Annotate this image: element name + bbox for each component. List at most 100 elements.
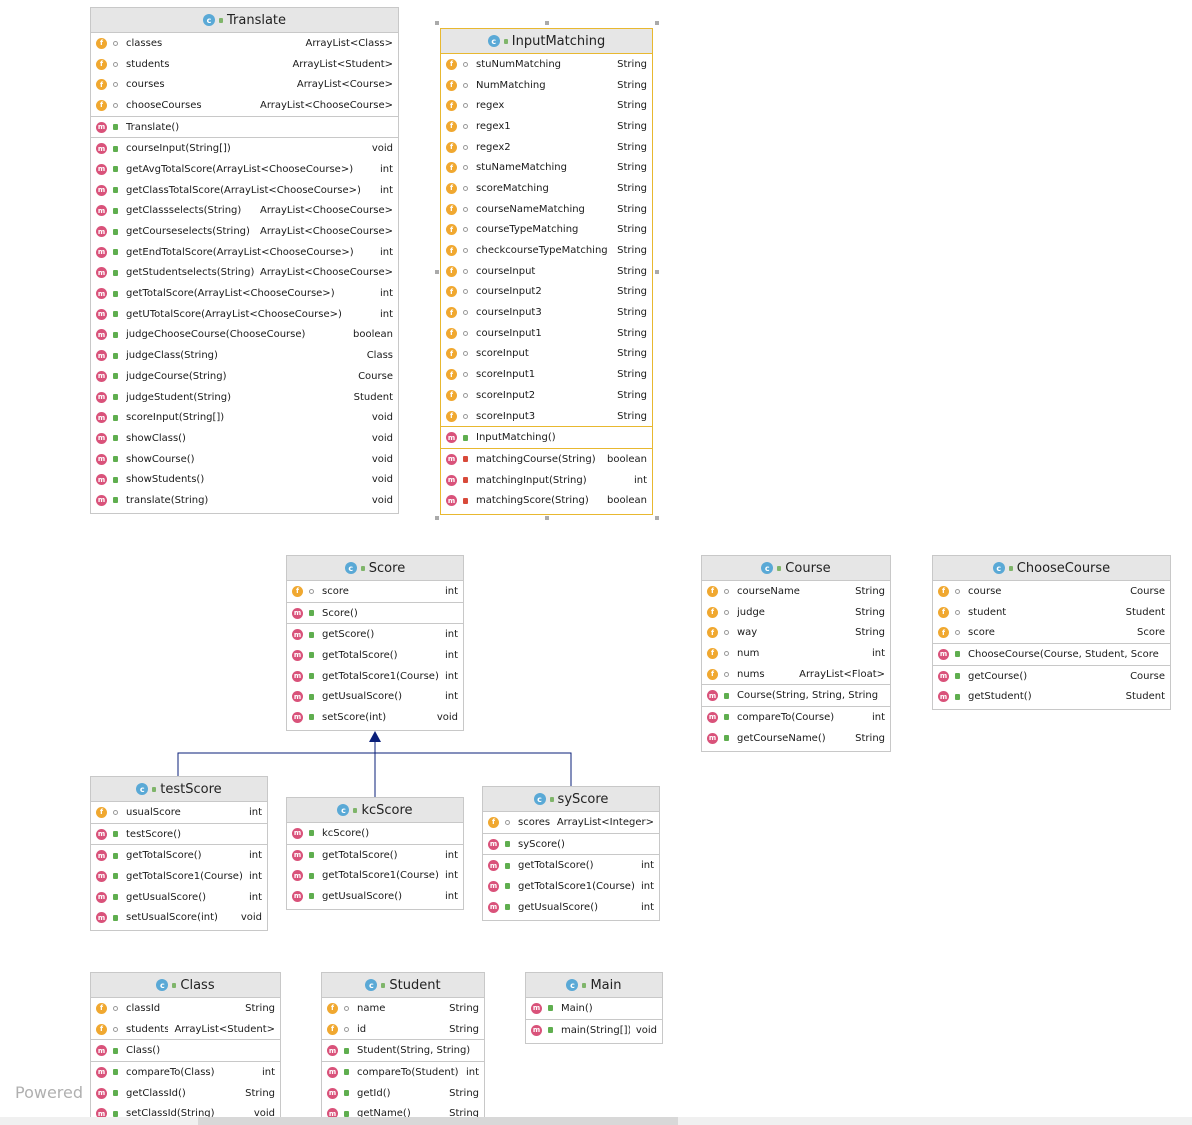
field-row[interactable]: f courseNameMatching String xyxy=(441,199,652,220)
method-row[interactable]: m matchingCourse(String) boolean xyxy=(441,449,652,470)
field-row[interactable]: f classes ArrayList<Class> xyxy=(91,33,398,54)
selection-handle-tr[interactable] xyxy=(655,21,659,25)
method-row[interactable]: m matchingInput(String) int xyxy=(441,470,652,491)
method-row[interactable]: m getUsualScore() int xyxy=(483,897,659,918)
constructor-row[interactable]: m Student(String, String) xyxy=(322,1040,484,1061)
method-row[interactable]: m getCourseName() String xyxy=(702,728,890,749)
method-row[interactable]: m judgeChooseCourse(ChooseCourse) boolean xyxy=(91,325,398,346)
selection-handle-br[interactable] xyxy=(655,516,659,520)
field-row[interactable]: f scoreMatching String xyxy=(441,178,652,199)
horizontal-scrollbar-thumb[interactable] xyxy=(198,1117,678,1125)
constructor-row[interactable]: m testScore() xyxy=(91,824,267,845)
field-row[interactable]: f id String xyxy=(322,1019,484,1040)
method-row[interactable]: m getTotalScore() int xyxy=(91,845,267,866)
constructor-row[interactable]: m Main() xyxy=(526,998,662,1019)
class-score[interactable]: c Score f score int m Score() m getScore() int m ge… xyxy=(286,555,464,731)
field-row[interactable]: f courses ArrayList<Course> xyxy=(91,74,398,95)
method-row[interactable]: m getAvgTotalScore(ArrayList<ChooseCourse… xyxy=(91,159,398,180)
constructor-row[interactable]: m Score() xyxy=(287,603,463,624)
class-choosecourse[interactable]: c ChooseCourse f course Course f student Studen… xyxy=(932,555,1171,710)
constructor-row[interactable]: m ChooseCourse(Course, Student, Score) xyxy=(933,644,1170,665)
method-row[interactable]: m getTotalScore1(Course) int xyxy=(91,866,267,887)
method-row[interactable]: m getEndTotalScore(ArrayList<ChooseCourse… xyxy=(91,242,398,263)
method-row[interactable]: m judgeStudent(String) Student xyxy=(91,387,398,408)
method-row[interactable]: m matchingScore(String) boolean xyxy=(441,490,652,511)
field-row[interactable]: f courseInput String xyxy=(441,261,652,282)
method-row[interactable]: m getUTotalScore(ArrayList<ChooseCourse>)… xyxy=(91,304,398,325)
selection-handle-bl[interactable] xyxy=(435,516,439,520)
constructor-row[interactable]: m kcScore() xyxy=(287,823,463,844)
constructor-row[interactable]: m Translate() xyxy=(91,117,398,138)
constructor-row[interactable]: m Course(String, String, String) xyxy=(702,685,890,706)
field-row[interactable]: f courseInput3 String xyxy=(441,302,652,323)
method-row[interactable]: m getClassselects(String) ArrayList<Choose… xyxy=(91,201,398,222)
field-row[interactable]: f nums ArrayList<Float> xyxy=(702,664,890,685)
field-row[interactable]: f chooseCourses ArrayList<ChooseCourse> xyxy=(91,95,398,116)
field-row[interactable]: f scoreInput2 String xyxy=(441,385,652,406)
field-row[interactable]: f score Score xyxy=(933,622,1170,643)
method-row[interactable]: m judgeCourse(String) Course xyxy=(91,366,398,387)
method-row[interactable]: m getTotalScore() int xyxy=(287,645,463,666)
method-row[interactable]: m getClassId() String xyxy=(91,1083,280,1104)
selection-handle-mr[interactable] xyxy=(655,270,659,274)
method-row[interactable]: m getTotalScore1(Course) int xyxy=(483,876,659,897)
constructor-row[interactable]: m Class() xyxy=(91,1040,280,1061)
field-row[interactable]: f students ArrayList<Student> xyxy=(91,54,398,75)
field-row[interactable]: f scoreInput3 String xyxy=(441,406,652,427)
field-row[interactable]: f name String xyxy=(322,998,484,1019)
constructor-row[interactable]: m InputMatching() xyxy=(441,427,652,448)
selection-handle-bc[interactable] xyxy=(545,516,549,520)
field-row[interactable]: f stuNameMatching String xyxy=(441,157,652,178)
method-row[interactable]: m translate(String) void xyxy=(91,490,398,511)
method-row[interactable]: m getScore() int xyxy=(287,624,463,645)
class-student[interactable]: c Student f name String f id String m Student(Str… xyxy=(321,972,485,1122)
method-row[interactable]: m setUsualScore(int) void xyxy=(91,907,267,928)
field-row[interactable]: f regex String xyxy=(441,95,652,116)
class-testscore[interactable]: c testScore f usualScore int m testScore() m get… xyxy=(90,776,268,931)
method-row[interactable]: m getTotalScore() int xyxy=(287,845,463,866)
method-row[interactable]: m courseInput(String[]) void xyxy=(91,138,398,159)
field-row[interactable]: f stuNumMatching String xyxy=(441,54,652,75)
field-row[interactable]: f courseTypeMatching String xyxy=(441,220,652,241)
method-row[interactable]: m getClassTotalScore(ArrayList<ChooseCour… xyxy=(91,180,398,201)
method-row[interactable]: m scoreInput(String[]) void xyxy=(91,407,398,428)
field-row[interactable]: f regex2 String xyxy=(441,137,652,158)
class-translate[interactable]: c Translate f classes ArrayList<Class> f stude… xyxy=(90,7,399,514)
method-row[interactable]: m compareTo(Student) int xyxy=(322,1062,484,1083)
field-row[interactable]: f regex1 String xyxy=(441,116,652,137)
method-row[interactable]: m getCourse() Course xyxy=(933,666,1170,687)
method-row[interactable]: m compareTo(Course) int xyxy=(702,707,890,728)
field-row[interactable]: f judge String xyxy=(702,602,890,623)
field-row[interactable]: f course Course xyxy=(933,581,1170,602)
method-row[interactable]: m judgeClass(String) Class xyxy=(91,345,398,366)
field-row[interactable]: f checkcourseTypeMatching String xyxy=(441,240,652,261)
method-row[interactable]: m showCourse() void xyxy=(91,449,398,470)
field-row[interactable]: f usualScore int xyxy=(91,802,267,823)
field-row[interactable]: f courseName String xyxy=(702,581,890,602)
field-row[interactable]: f courseInput1 String xyxy=(441,323,652,344)
field-row[interactable]: f score int xyxy=(287,581,463,602)
method-row[interactable]: m getUsualScore() int xyxy=(287,686,463,707)
selection-handle-tl[interactable] xyxy=(435,21,439,25)
field-row[interactable]: f NumMatching String xyxy=(441,75,652,96)
field-row[interactable]: f students ArrayList<Student> xyxy=(91,1019,280,1040)
method-row[interactable]: m getTotalScore1(Course) int xyxy=(287,666,463,687)
method-row[interactable]: m getTotalScore(ArrayList<ChooseCourse>) i… xyxy=(91,283,398,304)
field-row[interactable]: f num int xyxy=(702,643,890,664)
field-row[interactable]: f scores ArrayList<Integer> xyxy=(483,812,659,833)
field-row[interactable]: f scoreInput String xyxy=(441,344,652,365)
method-row[interactable]: m setScore(int) void xyxy=(287,707,463,728)
class-course[interactable]: c Course f courseName String f judge String f way… xyxy=(701,555,891,752)
method-row[interactable]: m getStudent() Student xyxy=(933,686,1170,707)
method-row[interactable]: m compareTo(Class) int xyxy=(91,1062,280,1083)
field-row[interactable]: f way String xyxy=(702,622,890,643)
class-syscore[interactable]: c syScore f scores ArrayList<Integer> m syScor… xyxy=(482,786,660,921)
field-row[interactable]: f courseInput2 String xyxy=(441,282,652,303)
selection-handle-ml[interactable] xyxy=(435,270,439,274)
class-kcscore[interactable]: c kcScore m kcScore() m getTotalScore() int m ge… xyxy=(286,797,464,910)
field-row[interactable]: f classId String xyxy=(91,998,280,1019)
field-row[interactable]: f scoreInput1 String xyxy=(441,364,652,385)
method-row[interactable]: m getStudentselects(String) ArrayList<Choo… xyxy=(91,263,398,284)
class-main[interactable]: c Main m Main() m main(String[]) void xyxy=(525,972,663,1044)
method-row[interactable]: m main(String[]) void xyxy=(526,1020,662,1041)
